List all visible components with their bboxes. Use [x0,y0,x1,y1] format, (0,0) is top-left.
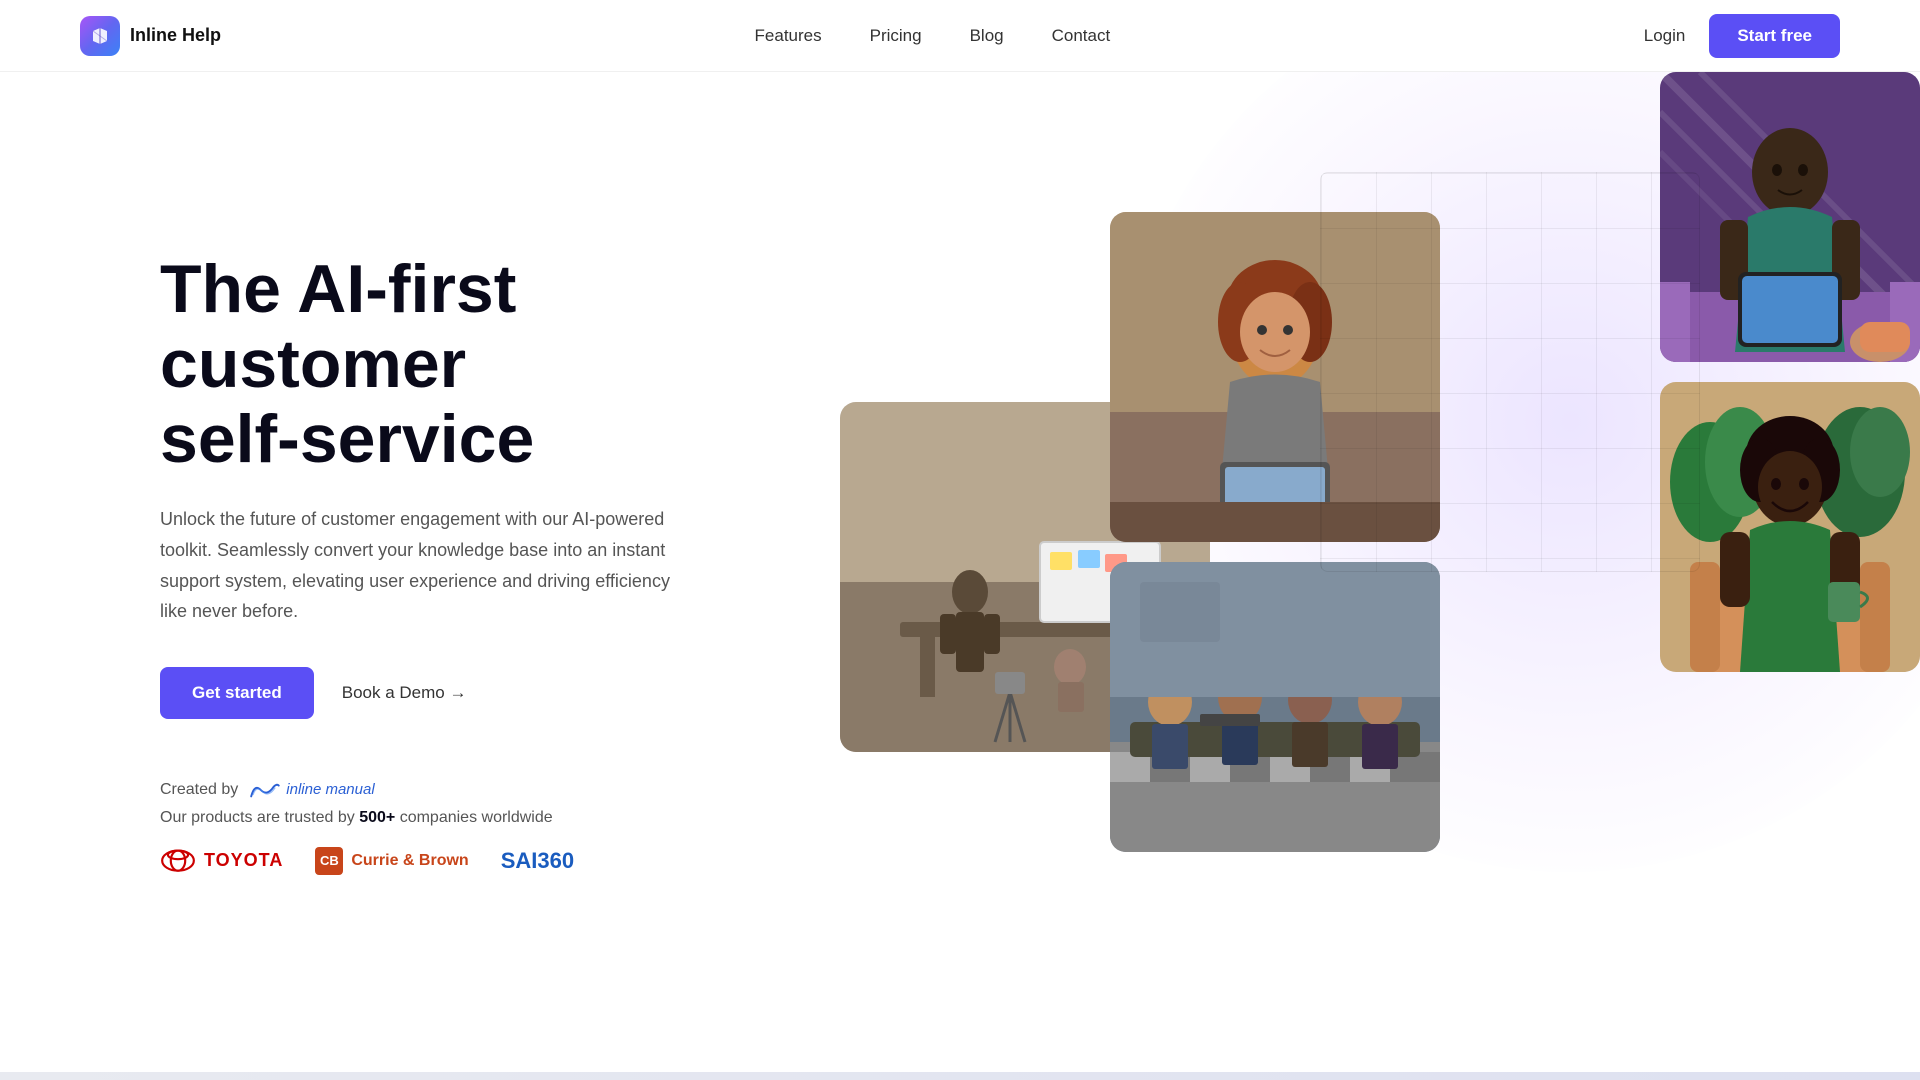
brand-currie-brown: CB Currie & Brown [315,847,468,875]
photo-team-meeting [1110,562,1440,852]
man-tablet-image [1660,72,1920,362]
hero-description: Unlock the future of customer engagement… [160,504,680,626]
start-free-button[interactable]: Start free [1709,14,1840,58]
brand-toyota: TOYOTA [160,847,283,875]
brand-sai360: SAI360 [501,848,574,874]
get-started-button[interactable]: Get started [160,667,314,719]
logo[interactable]: Inline Help [80,16,221,56]
photo-man-tablet [1660,72,1920,362]
hero-buttons: Get started Book a Demo → [160,667,680,719]
inline-manual-logo: inline manual [248,779,374,801]
nav-features[interactable]: Features [755,26,822,46]
nav-links: Features Pricing Blog Contact [755,26,1111,46]
hero-section: The AI-first customer self-service Unloc… [0,72,1920,1080]
logo-text: Inline Help [130,25,221,46]
team-meeting-image [1110,562,1440,852]
nav-blog[interactable]: Blog [970,26,1004,46]
nav-pricing[interactable]: Pricing [870,26,922,46]
nav-contact[interactable]: Contact [1052,26,1111,46]
trusted-text: Our products are trusted by 500+ compani… [160,809,680,827]
cb-icon: CB [315,847,343,875]
login-button[interactable]: Login [1644,26,1686,46]
cb-label: Currie & Brown [351,852,468,870]
logo-icon [80,16,120,56]
inline-manual-text: inline manual [286,781,374,798]
hero-title: The AI-first customer self-service [160,252,680,476]
hero-left: The AI-first customer self-service Unloc… [0,72,680,1080]
hero-right [680,72,1920,1080]
woman-green-image [1660,382,1920,672]
book-demo-button[interactable]: Book a Demo → [342,683,467,703]
created-by-label: Created by [160,781,238,799]
photo-woman-laptop [1110,212,1440,542]
nav-actions: Login Start free [1644,14,1840,58]
created-by-row: Created by inline manual [160,779,680,801]
toyota-label: TOYOTA [204,850,283,871]
brands-row: TOYOTA CB Currie & Brown SAI360 [160,847,680,875]
woman-laptop-image [1110,212,1440,542]
inline-manual-swirl-icon [248,779,280,801]
navbar: Inline Help Features Pricing Blog Contac… [0,0,1920,72]
toyota-icon [160,847,196,875]
photo-woman-green [1660,382,1920,672]
created-by-section: Created by inline manual Our products ar… [160,779,680,875]
